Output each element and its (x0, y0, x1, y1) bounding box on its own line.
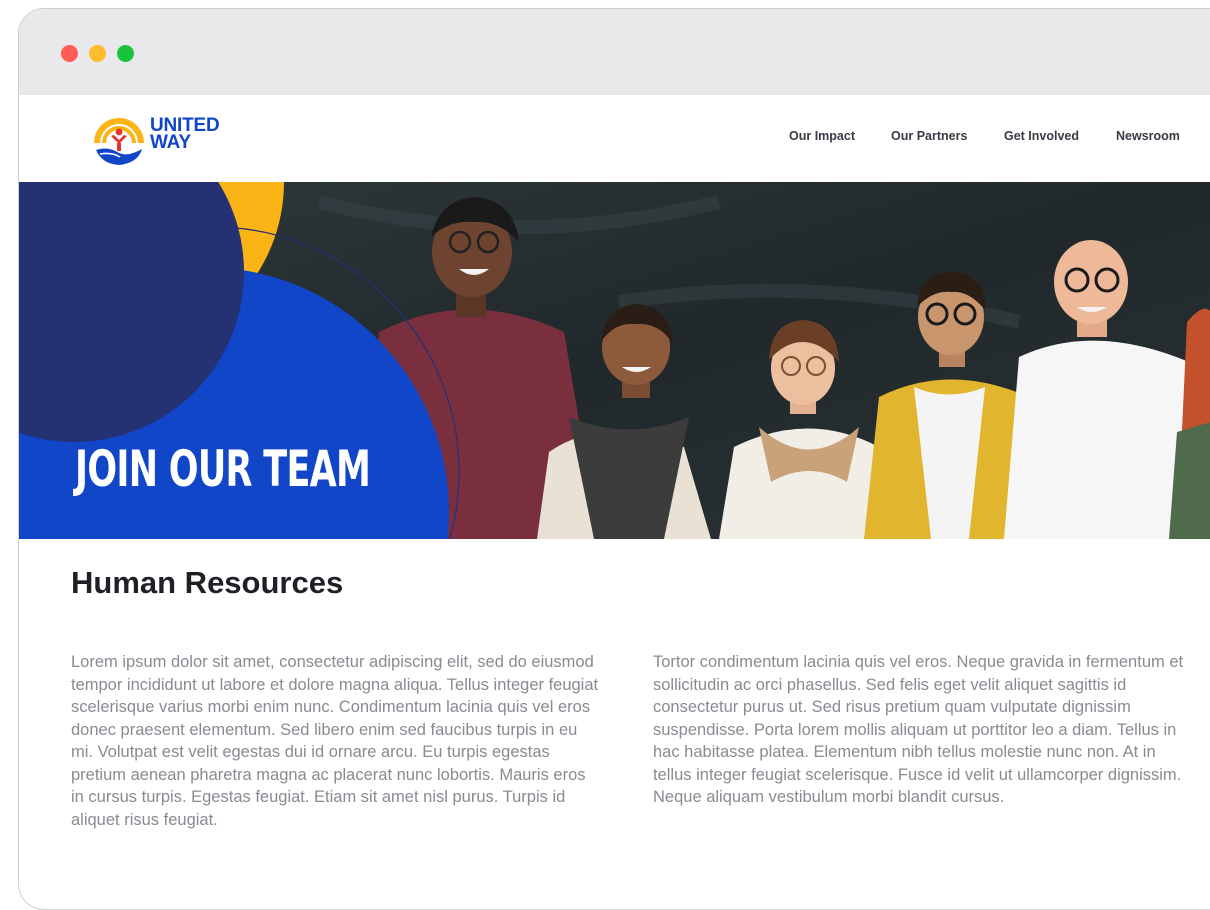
site-header: UNITED WAY Our Impact Our Partners Get I… (19, 95, 1210, 182)
close-window-button[interactable] (61, 45, 78, 62)
hero-title: JOIN OUR TEAM (75, 440, 371, 498)
intro-paragraph-right: Tortor condimentum lacinia quis vel eros… (653, 653, 1184, 806)
nav-our-partners[interactable]: Our Partners (891, 129, 967, 143)
united-way-logo[interactable]: UNITED WAY (92, 113, 232, 171)
nav-our-impact[interactable]: Our Impact (789, 129, 855, 143)
maximize-window-button[interactable] (117, 45, 134, 62)
page-title: Human Resources (71, 565, 344, 600)
browser-window: UNITED WAY Our Impact Our Partners Get I… (18, 8, 1210, 910)
nav-get-involved[interactable]: Get Involved (1004, 129, 1079, 143)
hero-banner: JOIN OUR TEAM (19, 182, 1210, 539)
logo-line2: WAY (150, 132, 191, 153)
minimize-window-button[interactable] (89, 45, 106, 62)
nav-newsroom[interactable]: Newsroom (1116, 129, 1180, 143)
intro-paragraph-left: Lorem ipsum dolor sit amet, consectetur … (71, 653, 599, 829)
logo-wordmark: UNITED WAY (150, 116, 220, 153)
united-way-hand-icon (94, 118, 144, 165)
window-titlebar (19, 9, 1210, 95)
